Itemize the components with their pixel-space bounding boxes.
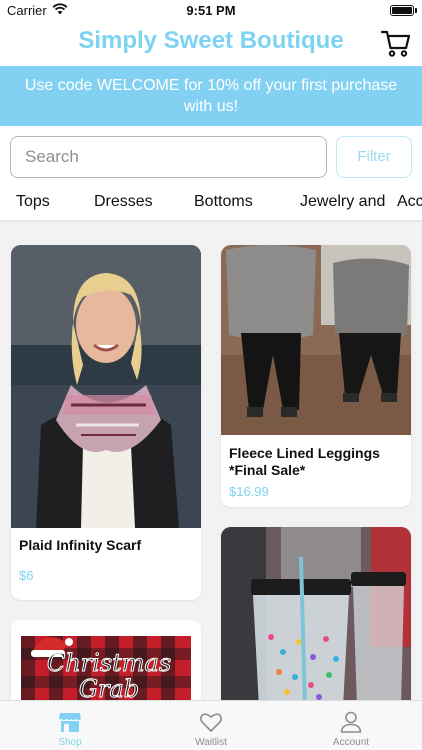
search-row: Filter (0, 136, 422, 180)
shop-icon (59, 713, 81, 732)
account-icon (340, 711, 362, 733)
product-name: Plaid Infinity Scarf (19, 537, 142, 553)
app-header: Simply Sweet Boutique (0, 22, 422, 66)
tab-bottoms[interactable]: Bottoms (194, 193, 253, 211)
cart-icon[interactable] (380, 27, 412, 59)
tab-label: Account (332, 737, 370, 748)
clock: 9:51 PM (186, 3, 236, 18)
category-tabs: Tops Dresses Bottoms Jewelry and Acc (0, 188, 422, 222)
tab-dresses[interactable]: Dresses (94, 193, 153, 211)
product-card[interactable]: Plaid Infinity Scarf $6 (11, 245, 201, 600)
product-price: $16.99 (229, 484, 269, 499)
filter-button[interactable]: Filter (336, 136, 412, 178)
store-title: Simply Sweet Boutique (78, 27, 344, 54)
product-image (221, 527, 411, 700)
tab-shop[interactable]: Shop (0, 701, 140, 750)
promo-text: Use code WELCOME for 10% off your first … (24, 77, 398, 115)
product-card[interactable]: Fleece Lined Leggings *Final Sale* $16.9… (221, 245, 411, 507)
product-name: Fleece Lined Leggings *Final Sale* (229, 445, 380, 478)
tab-accessories[interactable]: Acc (397, 193, 422, 211)
tab-tops[interactable]: Tops (16, 193, 50, 211)
product-image (221, 245, 411, 435)
promo-banner: Use code WELCOME for 10% off your first … (0, 66, 422, 126)
tab-label: Waitlist (195, 737, 227, 748)
tab-waitlist[interactable]: Waitlist (141, 701, 281, 750)
product-image-text: Christmas Grab (46, 649, 172, 701)
tab-account[interactable]: Account (281, 701, 421, 750)
battery-icon (390, 5, 417, 16)
tab-jewelry[interactable]: Jewelry and (300, 193, 385, 211)
search-input[interactable] (10, 136, 327, 178)
tab-label: Shop (58, 737, 82, 748)
heart-icon (200, 713, 222, 732)
product-image (11, 245, 201, 528)
product-card[interactable]: Christmas Grab (11, 620, 201, 700)
product-card[interactable] (221, 527, 411, 700)
product-price: $6 (19, 568, 34, 583)
product-grid: Plaid Infinity Scarf $6 Fleece Lined Leg… (0, 222, 422, 700)
bottom-tab-bar: Shop Waitlist Account (0, 700, 422, 750)
status-bar: Carrier 9:51 PM (0, 0, 422, 22)
